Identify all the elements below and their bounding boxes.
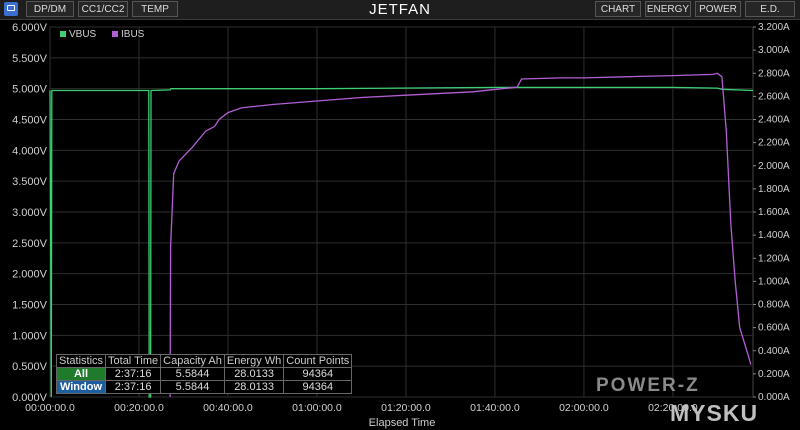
y-left-tick-label: 5.000V [12, 84, 48, 96]
stats-cell: 28.0133 [223, 367, 285, 381]
mysku-watermark: MYSKU [670, 400, 759, 426]
stats-cell: 94364 [283, 380, 353, 394]
power-z-watermark: POWER-Z [596, 375, 700, 396]
y-right-tick-label: 3.200A [758, 22, 790, 33]
y-left-tick-label: 5.500V [12, 53, 48, 65]
x-tick-label: 01:20:00.0 [381, 402, 431, 414]
x-axis-label: Elapsed Time [369, 417, 436, 429]
stats-header: Total Time [105, 354, 162, 368]
y-right-tick-label: 0.800A [758, 300, 790, 311]
y-right-tick-label: 0.000A [758, 392, 790, 403]
stats-header: Statistics [55, 354, 107, 368]
x-tick-label: 02:00:00.0 [559, 402, 609, 414]
y-right-tick-label: 2.000A [758, 161, 790, 172]
y-right-tick-label: 0.400A [758, 346, 790, 357]
y-right-tick-label: 1.600A [758, 207, 790, 218]
x-tick-label: 01:40:00.0 [470, 402, 520, 414]
x-tick-label: 00:00:00.0 [25, 402, 75, 414]
y-axis-right: 0.000A 0.200A 0.400A 0.600A 0.800A 1.000A 1.20… [753, 22, 790, 403]
y-left-tick-label: 2.500V [12, 238, 48, 250]
y-left-tick-label: 4.500V [12, 115, 48, 127]
chart-grid [49, 26, 754, 398]
y-left-tick-label: 2.000V [12, 269, 48, 281]
stats-header: Energy Wh [223, 354, 285, 368]
stats-header: Capacity Ah [160, 354, 225, 368]
legend-label-ibus[interactable]: IBUS [121, 29, 145, 40]
y-right-tick-label: 2.800A [758, 68, 790, 79]
legend-swatch-ibus [112, 31, 118, 37]
x-tick-label: 00:40:00.0 [203, 402, 253, 414]
stats-cell: 5.5844 [160, 367, 225, 381]
stats-cell: 2:37:16 [105, 367, 162, 381]
stats-cell: 94364 [283, 367, 353, 381]
x-axis: 00:00:00.0 00:20:00.0 00:40:00.0 01:00:00.0… [25, 402, 698, 414]
stats-cell: 2:37:16 [105, 380, 162, 394]
y-left-tick-label: 1.000V [12, 330, 48, 342]
stats-row-all-label[interactable]: All [55, 367, 107, 381]
y-left-tick-label: 3.500V [12, 176, 48, 188]
y-right-tick-label: 0.200A [758, 369, 790, 380]
y-right-tick-label: 1.800A [758, 184, 790, 195]
y-left-tick-label: 3.000V [12, 207, 48, 219]
y-axis-left: 0.000V0.500V1.000V1.500V2.000V2.500V3.00… [12, 22, 48, 404]
statistics-table: Statistics Total Time Capacity Ah Energy… [55, 354, 353, 394]
y-right-tick-label: 3.000A [758, 45, 790, 56]
stats-row-window-label[interactable]: Window [55, 380, 107, 394]
y-left-tick-label: 6.000V [12, 22, 48, 34]
legend-label-vbus[interactable]: VBUS [69, 29, 97, 40]
y-right-tick-label: 2.400A [758, 115, 790, 126]
stats-cell: 28.0133 [223, 380, 285, 394]
x-tick-label: 01:00:00.0 [292, 402, 342, 414]
stats-cell: 5.5844 [160, 380, 225, 394]
y-left-tick-label: 1.500V [12, 300, 48, 312]
y-right-tick-label: 1.400A [758, 230, 790, 241]
stats-header: Count Points [283, 354, 353, 368]
y-right-tick-label: 2.200A [758, 138, 790, 149]
legend-swatch-vbus [60, 31, 66, 37]
y-left-tick-label: 4.000V [12, 145, 48, 157]
y-right-tick-label: 1.000A [758, 276, 790, 287]
y-right-tick-label: 2.600A [758, 91, 790, 102]
x-tick-label: 00:20:00.0 [114, 402, 164, 414]
y-left-tick-label: 0.500V [12, 361, 48, 373]
y-right-tick-label: 1.200A [758, 253, 790, 264]
y-right-tick-label: 0.600A [758, 323, 790, 334]
